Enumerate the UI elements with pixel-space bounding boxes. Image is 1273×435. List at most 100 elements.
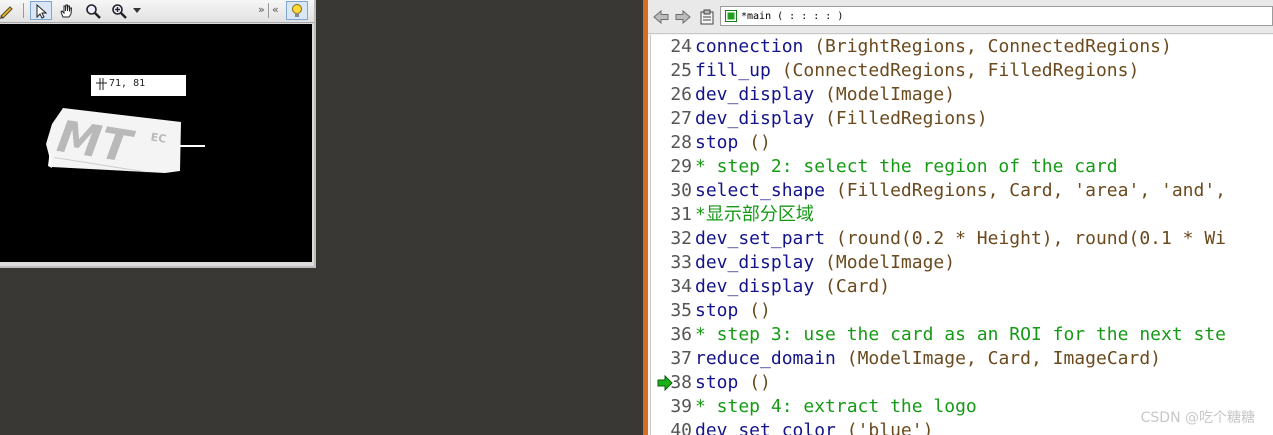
card-logo-sup: EC (150, 130, 167, 145)
operator-arguments: (ModelImage, Card, ImageCard) (835, 348, 1161, 369)
operator-arguments: (ModelImage) (814, 84, 956, 105)
operator-name: dev_display (695, 276, 815, 297)
line-number: 36 (670, 324, 692, 345)
operator-arguments: () (738, 300, 771, 321)
pixel-coordinates: 71, 81 (109, 78, 146, 89)
operator-arguments: (ConnectedRegions, FilledRegions) (770, 60, 1140, 81)
code-line[interactable]: 24 connection (BrightRegions, ConnectedRe… (651, 35, 1273, 59)
code-statement: select_shape (FilledRegions, Card, 'area… (695, 179, 1226, 203)
procedure-selector[interactable]: *main ( : : : : ) (720, 6, 1273, 26)
overflow-chevron-icon[interactable]: » (258, 3, 265, 16)
code-line[interactable]: 26 dev_display (ModelImage) (651, 83, 1273, 107)
line-number: 39 (670, 396, 692, 417)
image-canvas[interactable]: MT EC 71, 81 (0, 24, 312, 262)
line-number: 27 (670, 108, 692, 129)
operator-arguments: (FilledRegions) (814, 108, 988, 129)
toolbar-separator (268, 3, 269, 18)
operator-arguments: () (738, 372, 771, 393)
forward-arrow-icon[interactable] (674, 8, 692, 26)
operator-arguments: ('blue') (835, 420, 934, 435)
code-line[interactable]: 28 stop () (651, 131, 1273, 155)
comment-text: * step 2: select the region of the card (695, 156, 1118, 177)
code-line[interactable]: 33 dev_display (ModelImage) (651, 251, 1273, 275)
operator-name: dev_set_part (695, 228, 826, 249)
operator-arguments: () (738, 132, 771, 153)
code-statement: fill_up (ConnectedRegions, FilledRegions… (695, 59, 1139, 83)
pointer-icon[interactable] (30, 1, 52, 20)
code-statement: stop () (695, 371, 771, 395)
code-statement: stop () (695, 299, 771, 323)
code-area[interactable]: 24 connection (BrightRegions, ConnectedRe… (650, 35, 1273, 435)
line-number: 33 (670, 252, 692, 273)
code-line[interactable]: 34 dev_display (Card) (651, 275, 1273, 299)
code-line[interactable]: 37 reduce_domain (ModelImage, Card, Image… (651, 347, 1273, 371)
code-line[interactable]: 36 * step 3: use the card as an ROI for t… (651, 323, 1273, 347)
line-number: 34 (670, 276, 692, 297)
code-statement: dev_set_color ('blue') (695, 419, 933, 435)
operator-name: stop (695, 300, 739, 321)
program-editor: *main ( : : : : ) 24 connection (BrightRe… (648, 0, 1273, 435)
dropdown-arrow-icon[interactable] (130, 1, 144, 20)
operator-name: fill_up (695, 60, 771, 81)
code-line[interactable]: 31 *显示部分区域 (651, 203, 1273, 227)
toolbar-separator (23, 3, 24, 18)
operator-name: reduce_domain (695, 348, 836, 369)
crosshair-icon (95, 78, 109, 90)
code-statement: reduce_domain (ModelImage, Card, ImageCa… (695, 347, 1161, 371)
operator-name: connection (695, 36, 804, 57)
operator-arguments: (ModelImage) (814, 252, 956, 273)
line-number: 24 (670, 36, 692, 57)
card-region-image: MT EC (46, 108, 205, 173)
line-number: 28 (670, 132, 692, 153)
lightbulb-icon[interactable] (286, 1, 308, 20)
operator-name: dev_display (695, 108, 815, 129)
code-line[interactable]: 38 stop () (651, 371, 1273, 395)
comment-text: * step 3: use the card as an ROI for the… (695, 324, 1227, 345)
code-comment: * step 4: extract the logo (695, 395, 977, 419)
operator-name: dev_display (695, 84, 815, 105)
code-line[interactable]: 29 * step 2: select the region of the car… (651, 155, 1273, 179)
code-statement: dev_display (Card) (695, 275, 890, 299)
line-number: 32 (670, 228, 692, 249)
code-statement: dev_display (ModelImage) (695, 251, 955, 275)
line-number: 25 (670, 60, 692, 81)
code-line[interactable]: 30 select_shape (FilledRegions, Card, 'ar… (651, 179, 1273, 203)
pixel-info-tooltip: 71, 81 (91, 75, 186, 96)
code-line[interactable]: 27 dev_display (FilledRegions) (651, 107, 1273, 131)
pencil-icon[interactable] (0, 1, 18, 20)
operator-name: dev_display (695, 252, 815, 273)
procedure-icon (725, 10, 737, 22)
code-line[interactable]: 32 dev_set_part (round(0.2 * Height), rou… (651, 227, 1273, 251)
hand-icon[interactable] (55, 1, 77, 20)
code-statement: dev_display (FilledRegions) (695, 107, 988, 131)
watermark: CSDN @吃个糖糖 (1140, 410, 1255, 426)
line-number: 40 (670, 420, 692, 435)
procedure-name: *main ( : : : : ) (741, 10, 844, 22)
operator-name: stop (695, 132, 739, 153)
code-comment: * step 2: select the region of the card (695, 155, 1118, 179)
magnify-icon[interactable] (82, 1, 104, 20)
operator-name: stop (695, 372, 739, 393)
operator-arguments: (round(0.2 * Height), round(0.1 * Wi (825, 228, 1227, 249)
line-number: 31 (670, 204, 692, 225)
program-counter-arrow-icon[interactable] (657, 375, 673, 391)
comment-text: * step 4: extract the logo (695, 396, 977, 417)
collapse-chevron-icon[interactable]: « (272, 3, 279, 16)
code-comment: *显示部分区域 (695, 203, 814, 227)
code-statement: dev_display (ModelImage) (695, 83, 955, 107)
code-statement: connection (BrightRegions, ConnectedRegi… (695, 35, 1172, 59)
line-number: 30 (670, 180, 692, 201)
code-line[interactable]: 25 fill_up (ConnectedRegions, FilledRegio… (651, 59, 1273, 83)
back-arrow-icon[interactable] (652, 8, 670, 26)
graphics-toolbar: » « (0, 0, 314, 23)
line-number: 26 (670, 84, 692, 105)
line-number: 29 (670, 156, 692, 177)
code-comment: * step 3: use the card as an ROI for the… (695, 323, 1226, 347)
zoom-in-icon[interactable] (108, 1, 130, 20)
operator-arguments: (Card) (814, 276, 891, 297)
operator-arguments: (BrightRegions, ConnectedRegions) (803, 36, 1172, 57)
code-statement: dev_set_part (round(0.2 * Height), round… (695, 227, 1226, 251)
line-number: 35 (670, 300, 692, 321)
clipboard-icon[interactable] (698, 8, 716, 26)
code-line[interactable]: 35 stop () (651, 299, 1273, 323)
